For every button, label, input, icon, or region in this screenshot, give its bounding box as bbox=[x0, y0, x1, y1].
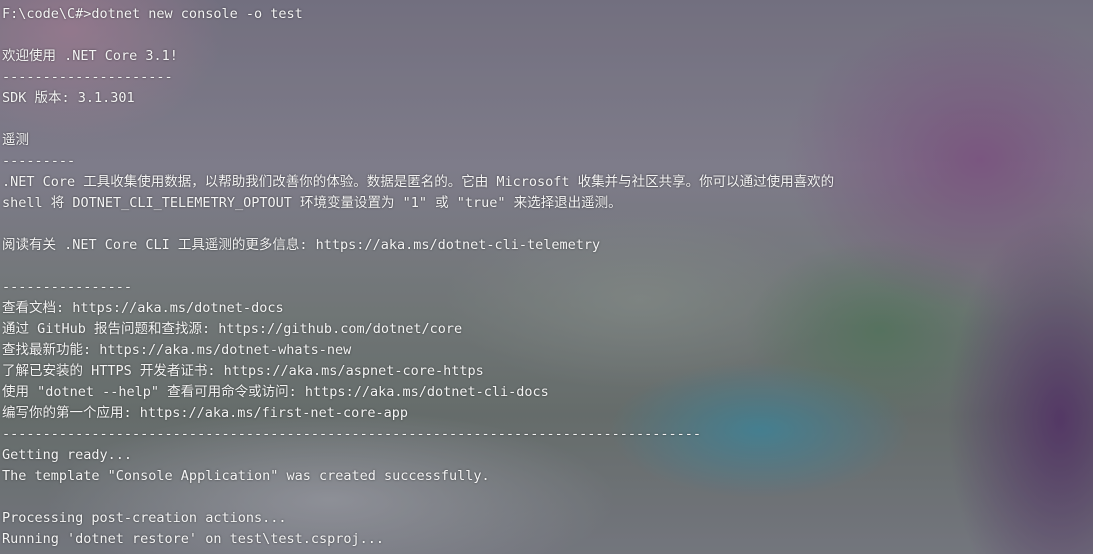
console-line-welcome: 欢迎使用 .NET Core 3.1! bbox=[2, 48, 178, 64]
console-line-telemetry-text: .NET Core 工具收集使用数据，以帮助我们改善你的体验。数据是匿名的。它由… bbox=[2, 174, 835, 190]
console-line-separator: ---------------- bbox=[2, 279, 133, 295]
console-line-https-link: 了解已安装的 HTTPS 开发者证书: https://aka.ms/aspne… bbox=[2, 363, 484, 379]
console-line-telemetry-link: 阅读有关 .NET Core CLI 工具遥测的更多信息: https://ak… bbox=[2, 237, 601, 253]
console-line-status: Processing post-creation actions... bbox=[2, 510, 287, 526]
console-line-sdk-version: SDK 版本: 3.1.301 bbox=[2, 90, 135, 106]
console-window[interactable]: F:\code\C#>dotnet new console -o test 欢迎… bbox=[0, 0, 1093, 554]
console-line-telemetry-text: shell 将 DOTNET_CLI_TELEMETRY_OPTOUT 环境变量… bbox=[2, 195, 622, 211]
console-line-whats-new-link: 查找最新功能: https://aka.ms/dotnet-whats-new bbox=[2, 342, 352, 358]
console-line-status: Getting ready... bbox=[2, 447, 133, 463]
console-line-separator: --------- bbox=[2, 153, 76, 169]
console-line-help-link: 使用 "dotnet --help" 查看可用命令或访问: https://ak… bbox=[2, 384, 549, 400]
console-output[interactable]: F:\code\C#>dotnet new console -o test 欢迎… bbox=[0, 0, 1093, 550]
console-line-separator: ----------------------------------------… bbox=[2, 426, 701, 442]
console-line-separator: --------------------- bbox=[2, 69, 173, 85]
console-line-command: F:\code\C#>dotnet new console -o test bbox=[2, 6, 303, 22]
console-line-telemetry-heading: 遥测 bbox=[2, 132, 29, 148]
console-line-first-app-link: 编写你的第一个应用: https://aka.ms/first-net-core… bbox=[2, 405, 408, 421]
console-line-status: The template "Console Application" was c… bbox=[2, 468, 490, 484]
console-line-github-link: 通过 GitHub 报告问题和查找源: https://github.com/d… bbox=[2, 321, 463, 337]
console-line-docs-link: 查看文档: https://aka.ms/dotnet-docs bbox=[2, 300, 284, 316]
console-line-status: Running 'dotnet restore' on test\test.cs… bbox=[2, 531, 385, 547]
